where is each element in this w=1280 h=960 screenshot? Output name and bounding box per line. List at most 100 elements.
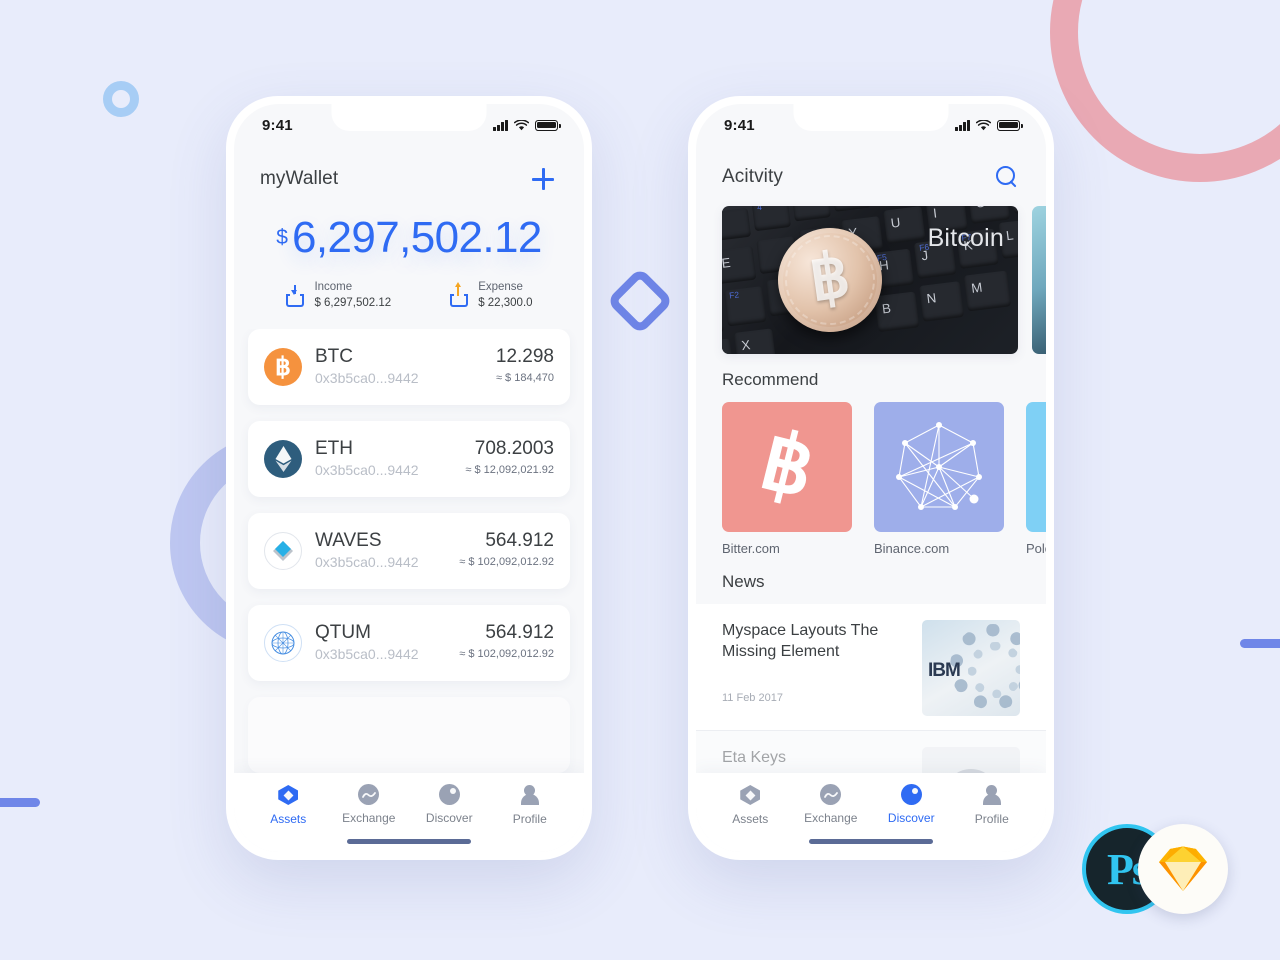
table-row[interactable]: ETH 0x3b5ca0...9442 708.2003 ≈ $ 12,092,… <box>248 421 570 498</box>
asset-list[interactable]: ฿ BTC 0x3b5ca0...9442 12.298 ≈ $ 184,470 <box>234 329 584 773</box>
screen-wallet: 9:41 myWallet $ 6,297,502.12 Income $ 6,… <box>234 104 584 852</box>
balance-currency-symbol: $ <box>276 226 288 249</box>
recommend-item-bitter[interactable]: ฿ Bitter.com <box>722 402 852 556</box>
tab-profile[interactable]: Profile <box>952 784 1033 826</box>
recommend-label: Binance.com <box>874 541 950 556</box>
status-bar: 9:41 <box>696 104 1046 146</box>
bitcoin-b-icon: ฿ <box>722 402 852 532</box>
asset-address: 0x3b5ca0...9442 <box>315 645 419 662</box>
asset-symbol: ETH <box>315 437 353 459</box>
home-indicator <box>347 839 471 844</box>
expense-label: Expense <box>478 281 523 293</box>
asset-amount: 12.298 <box>495 346 554 368</box>
news-list[interactable]: Myspace Layouts The Missing Element 11 F… <box>696 604 1046 773</box>
income-summary[interactable]: Income $ 6,297,502.12 <box>285 280 391 311</box>
status-time: 9:41 <box>724 116 755 134</box>
table-row[interactable]: WAVES 0x3b5ca0...9442 564.912 ≈ $ 102,09… <box>248 513 570 590</box>
battery-icon <box>997 119 1023 131</box>
status-time: 9:41 <box>262 116 293 134</box>
banner-next-partial[interactable] <box>1032 206 1046 354</box>
tab-label: Assets <box>732 812 769 826</box>
asset-amount: 564.912 <box>485 622 554 644</box>
news-thumbnail <box>922 747 1020 773</box>
asset-usd-value: ≈ $ 12,092,021.92 <box>465 464 554 477</box>
tab-discover[interactable]: Discover <box>871 784 952 826</box>
recommend-item-binance[interactable]: Binance.com <box>874 402 1004 556</box>
bottom-tab-bar: Assets Exchange Discover Profile <box>696 773 1046 852</box>
small-blue-circle-decoration <box>103 81 139 117</box>
news-date: 11 Feb 2017 <box>722 692 783 705</box>
phone-mockup-discover: 9:41 Acitvity "2 <box>688 96 1054 860</box>
asset-address: 0x3b5ca0...9442 <box>315 553 419 570</box>
tab-label: Discover <box>887 811 935 825</box>
recommend-item-poloniex[interactable]: Polonie <box>1026 402 1046 556</box>
balance-section: $ 6,297,502.12 Income $ 6,297,502.12 Exp… <box>234 202 584 311</box>
discover-icon <box>438 784 460 806</box>
table-row[interactable]: QTUM 0x3b5ca0...9442 564.912 ≈ $ 102,092… <box>248 605 570 682</box>
add-wallet-button[interactable] <box>528 164 558 194</box>
tab-assets[interactable]: Assets <box>710 784 791 826</box>
balance-amount: 6,297,502.12 <box>291 213 542 262</box>
list-item[interactable]: Myspace Layouts The Missing Element 11 F… <box>696 604 1046 731</box>
diamond-outline-decoration <box>606 267 674 335</box>
tab-label: Profile <box>512 812 547 826</box>
tab-exchange[interactable]: Exchange <box>329 784 410 826</box>
qtum-coin-icon <box>264 624 302 663</box>
tab-discover[interactable]: Discover <box>409 784 490 826</box>
pink-arc-decoration <box>1050 0 1280 182</box>
page-title: Acitvity <box>722 166 783 187</box>
profile-icon <box>981 785 1003 807</box>
bottom-tab-bar: Assets Exchange Discover Profile <box>234 773 584 852</box>
banner-carousel[interactable]: "2 3 4 5 6 7 PrtScn ScrLl 0 W E Y <box>696 198 1046 354</box>
expense-icon <box>449 281 469 307</box>
news-section-title: News <box>722 572 765 591</box>
tab-label: Discover <box>425 811 473 825</box>
search-icon[interactable] <box>994 164 1020 190</box>
income-label: Income <box>314 281 353 293</box>
tab-label: Assets <box>270 812 307 826</box>
table-row-partial[interactable] <box>248 697 570 773</box>
blue-bar-right-decoration <box>1240 639 1280 648</box>
wifi-icon <box>514 119 529 130</box>
tab-label: Exchange <box>804 811 858 825</box>
asset-usd-value: ≈ $ 184,470 <box>495 372 554 385</box>
asset-amount: 708.2003 <box>474 438 554 460</box>
wifi-icon <box>976 119 991 130</box>
asset-address: 0x3b5ca0...9442 <box>315 461 419 478</box>
status-bar: 9:41 <box>234 104 584 146</box>
status-icons <box>493 119 561 131</box>
tab-exchange[interactable]: Exchange <box>791 784 872 826</box>
asset-symbol: BTC <box>315 345 353 367</box>
list-item[interactable]: Eta Keys <box>696 731 1046 773</box>
asset-usd-value: ≈ $ 102,092,012.92 <box>459 648 554 661</box>
phone-mockup-wallet: 9:41 myWallet $ 6,297,502.12 Income $ 6,… <box>226 96 592 860</box>
profile-icon <box>519 785 541 807</box>
balance-line: $ 6,297,502.12 <box>234 216 584 260</box>
blue-bar-left-decoration <box>0 798 40 807</box>
recommend-row[interactable]: ฿ Bitter.com Binance.com Pol <box>696 402 1046 556</box>
tool-badges: Ps <box>1082 824 1238 916</box>
signal-icon <box>493 119 508 131</box>
asset-address: 0x3b5ca0...9442 <box>315 369 419 386</box>
partial-icon <box>1026 402 1046 532</box>
assets-icon <box>277 785 299 807</box>
banner-title: Bitcoin <box>927 224 1004 252</box>
exchange-icon <box>820 784 842 806</box>
signal-icon <box>955 119 970 131</box>
table-row[interactable]: ฿ BTC 0x3b5ca0...9442 12.298 ≈ $ 184,470 <box>248 329 570 406</box>
screen-discover: 9:41 Acitvity "2 <box>696 104 1046 852</box>
tab-profile[interactable]: Profile <box>490 784 571 826</box>
battery-icon <box>535 119 561 131</box>
asset-amount: 564.912 <box>485 530 554 552</box>
wallet-header: myWallet <box>234 146 584 202</box>
recommend-section-title: Recommend <box>722 370 819 389</box>
recommend-label: Polonie <box>1026 541 1046 556</box>
waves-coin-icon <box>264 532 302 571</box>
network-graph-icon <box>874 402 1004 532</box>
eth-coin-icon <box>264 440 302 479</box>
banner-bitcoin[interactable]: "2 3 4 5 6 7 PrtScn ScrLl 0 W E Y <box>722 206 1018 354</box>
expense-summary[interactable]: Expense $ 22,300.0 <box>449 280 533 311</box>
tab-assets[interactable]: Assets <box>248 784 329 826</box>
asset-symbol: QTUM <box>315 621 371 643</box>
exchange-icon <box>358 784 380 806</box>
